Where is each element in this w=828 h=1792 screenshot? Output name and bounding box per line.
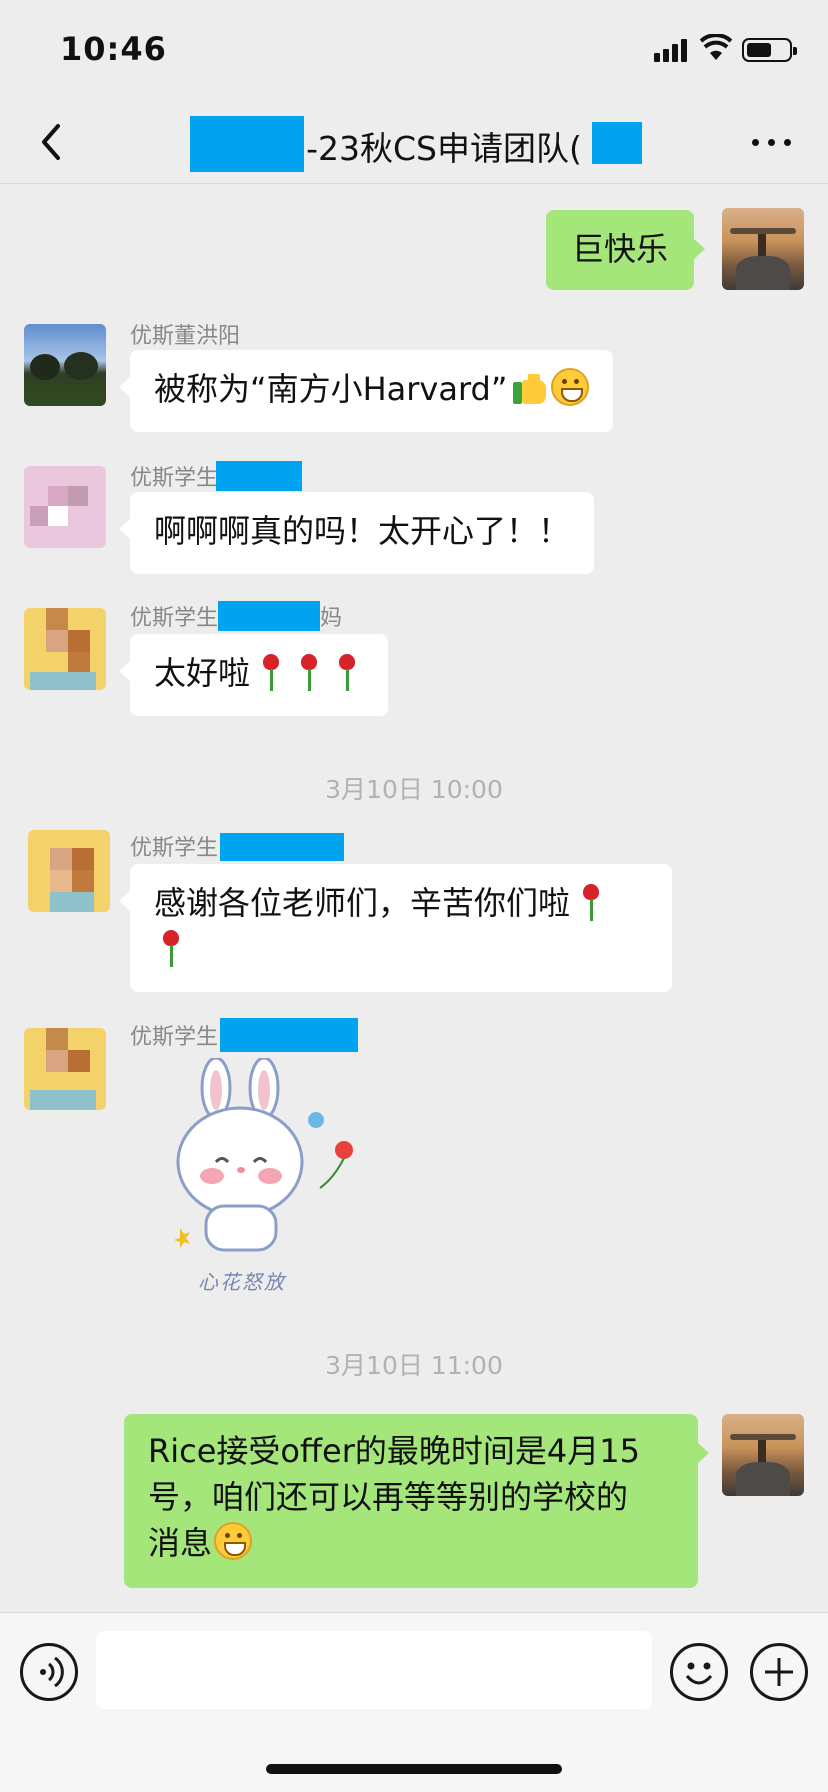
- my-avatar[interactable]: [722, 1414, 804, 1496]
- sender-avatar[interactable]: [28, 830, 110, 912]
- chat-title: -23秋CS申请团队(: [306, 129, 582, 168]
- sender-name: 优斯学生妈: [130, 600, 342, 632]
- message-text-line: 消息: [148, 1524, 213, 1562]
- message-text: 感谢各位老师们，辛苦你们啦: [154, 884, 571, 922]
- message-bubble[interactable]: 巨快乐: [546, 210, 706, 290]
- bunny-sticker[interactable]: [166, 1058, 366, 1298]
- home-indicator[interactable]: [266, 1764, 562, 1774]
- message-text: 啊啊啊真的吗！太开心了！！: [154, 512, 571, 550]
- message-text: 被称为“南方小Harvard”: [154, 370, 508, 408]
- sender-avatar[interactable]: [24, 324, 106, 406]
- message-bubble[interactable]: 被称为“南方小Harvard”: [118, 350, 614, 432]
- rose-icon: [154, 928, 188, 968]
- timestamp: 3月10日 11:00: [325, 1351, 503, 1380]
- message-text-line: Rice接受offer的最晚时间是4月15: [148, 1432, 640, 1470]
- sender-name: 优斯学生: [130, 1018, 359, 1052]
- grin-icon: [551, 368, 590, 406]
- emoji-icon[interactable]: [670, 1643, 728, 1701]
- sender-name: 优斯董洪阳: [130, 324, 241, 349]
- name-redaction: [216, 461, 303, 491]
- thumbs-up-icon: [513, 368, 549, 406]
- message-bubble[interactable]: Rice接受offer的最晚时间是4月15 号，咱们还可以再等等别的学校的 消息: [124, 1414, 709, 1588]
- wifi-icon: [700, 34, 732, 60]
- sticker-caption: 心花怒放: [198, 1270, 286, 1294]
- message-bubble[interactable]: 太好啦: [118, 634, 389, 716]
- name-redaction: [220, 1018, 359, 1052]
- status-time: 10:46: [60, 30, 167, 68]
- rose-icon: [292, 652, 326, 692]
- grin-icon: [214, 1522, 253, 1560]
- message-text-line: 号，咱们还可以再等等别的学校的: [148, 1478, 629, 1516]
- message-bubble[interactable]: 感谢各位老师们，辛苦你们啦: [119, 864, 672, 992]
- cellular-signal-icon: [654, 38, 690, 62]
- plus-icon[interactable]: [750, 1643, 808, 1701]
- more-options-icon[interactable]: [746, 124, 798, 160]
- rose-icon: [330, 652, 364, 692]
- name-redaction: [220, 833, 345, 861]
- sender-avatar[interactable]: [24, 466, 106, 548]
- my-avatar[interactable]: [722, 208, 804, 290]
- timestamp: 3月10日 10:00: [325, 775, 503, 804]
- title-redaction: [190, 116, 304, 172]
- message-input[interactable]: [96, 1631, 652, 1709]
- rose-icon: [254, 652, 288, 692]
- message-text: 巨快乐: [572, 230, 669, 268]
- voice-icon[interactable]: [20, 1643, 78, 1701]
- sender-name: 优斯学生: [130, 460, 303, 492]
- sender-avatar[interactable]: [24, 608, 106, 690]
- rose-icon: [574, 882, 608, 922]
- sender-avatar[interactable]: [24, 1028, 106, 1110]
- chat-header: -23秋CS申请团队(: [0, 100, 828, 184]
- name-redaction: [218, 601, 321, 631]
- message-text: 太好啦: [154, 654, 251, 692]
- message-bubble[interactable]: 啊啊啊真的吗！太开心了！！: [118, 492, 595, 574]
- battery-icon: [742, 38, 797, 62]
- status-bar: 10:46: [0, 0, 828, 100]
- title-redaction: [592, 122, 642, 164]
- sender-name: 优斯学生: [130, 830, 345, 862]
